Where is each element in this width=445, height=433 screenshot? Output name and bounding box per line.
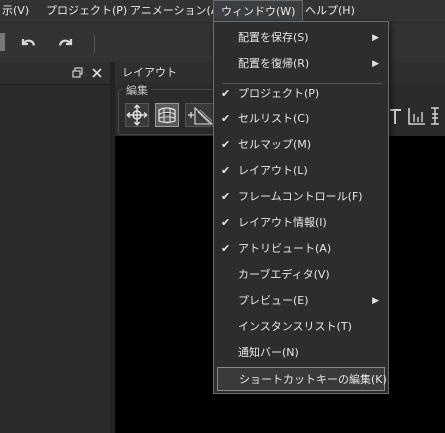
float-window-icon[interactable] (72, 67, 84, 79)
checkmark-icon: ✔ (221, 164, 231, 177)
add-point-tool-icon[interactable] (185, 103, 215, 127)
menu-window[interactable]: ウィンドウ(W) (213, 0, 304, 21)
menu-item-label: ショートカットキーの編集(K) (239, 373, 387, 386)
edit-toolgroup: 編集 (118, 82, 220, 135)
menu-item-label: 配置を復帰(R) (238, 57, 310, 70)
checkmark-icon: ✔ (221, 242, 231, 255)
menu-item-label: プロジェクト(P) (238, 87, 320, 100)
menu-item-label: プレビュー(E) (238, 294, 309, 307)
menu-item[interactable]: ✔ セルマップ(M) (217, 133, 385, 157)
menu-help[interactable]: ヘルプ(H) (303, 0, 357, 22)
menu-animation[interactable]: アニメーション(A) (128, 0, 225, 22)
toolbar-separator (94, 35, 95, 53)
submenu-arrow-icon: ▶ (372, 33, 379, 43)
menu-item[interactable]: カーブエディタ(V) (217, 263, 385, 287)
undo-icon[interactable] (18, 33, 38, 53)
close-icon[interactable] (91, 67, 103, 79)
menu-item[interactable]: ✔ レイアウト情報(I) (217, 211, 385, 235)
menu-item[interactable]: ✔ セルリスト(C) (217, 107, 385, 131)
left-panel (0, 62, 110, 433)
menu-item[interactable]: インスタンスリスト(T) (217, 315, 385, 339)
menu-project[interactable]: プロジェクト(P) (44, 0, 129, 22)
window-menu-dropdown: 配置を保存(S) ▶ 配置を復帰(R) ▶ ✔ プロジェクト(P) ✔ セルリスト(C) ✔ セル… (213, 21, 389, 394)
submenu-arrow-icon: ▶ (372, 296, 379, 306)
layout-panel-title: レイアウト (122, 66, 177, 79)
menu-item[interactable]: ✔ フレームコントロール(F) (217, 185, 385, 209)
menu-item[interactable]: 配置を保存(S) ▶ (217, 26, 385, 50)
grid-tool-icon[interactable] (155, 103, 179, 127)
menu-item-label: 配置を保存(S) (238, 31, 309, 44)
edit-group-label: 編集 (123, 82, 151, 98)
menu-item[interactable]: 通知バー(N) (217, 341, 385, 365)
checkmark-icon: ✔ (221, 138, 231, 151)
submenu-arrow-icon: ▶ (372, 59, 379, 69)
menu-bar: 示(V) プロジェクト(P) アニメーション(A) ウィンドウ(W) ヘルプ(H… (0, 0, 445, 22)
checkmark-icon: ✔ (221, 87, 231, 100)
menu-item-label: セルリスト(C) (238, 112, 310, 125)
menu-item-label: アトリビュート(A) (238, 242, 332, 255)
move-tool-icon[interactable] (125, 103, 149, 127)
checkmark-icon: ✔ (221, 112, 231, 125)
menu-item-label: レイアウト情報(I) (238, 216, 327, 229)
menu-item-label: レイアウト(L) (238, 164, 308, 177)
menu-item[interactable]: ✔ アトリビュート(A) (217, 237, 385, 261)
redo-icon[interactable] (56, 33, 76, 53)
menu-item[interactable]: ✔ プロジェクト(P) (217, 82, 385, 106)
menu-view[interactable]: 示(V) (0, 0, 31, 22)
menu-item-label: フレームコントロール(F) (238, 190, 363, 203)
toolbar-clipped-button[interactable] (0, 33, 5, 51)
menu-item-label: セルマップ(M) (238, 138, 312, 151)
left-panel-header (0, 62, 110, 85)
menu-item-label: カーブエディタ(V) (238, 268, 330, 281)
checkmark-icon: ✔ (221, 190, 231, 203)
menu-item-label: インスタンスリスト(T) (238, 320, 352, 333)
menu-item[interactable]: 配置を復帰(R) ▶ (217, 52, 385, 76)
menu-item[interactable]: ショートカットキーの編集(K) (217, 367, 387, 391)
align-bottom-icon (408, 108, 425, 125)
align-partial-icon (390, 109, 401, 124)
align-vertical-icon (431, 107, 439, 125)
align-tools (387, 102, 445, 130)
menu-item[interactable]: プレビュー(E) ▶ (217, 289, 385, 313)
checkmark-icon: ✔ (221, 216, 231, 229)
menu-item[interactable]: ✔ レイアウト(L) (217, 159, 385, 183)
menu-item-label: 通知バー(N) (238, 346, 299, 359)
